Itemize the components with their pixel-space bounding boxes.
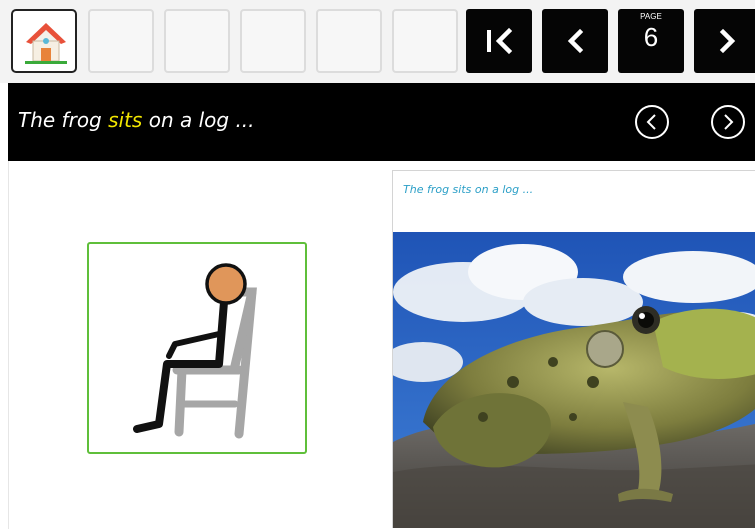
photo-card[interactable]: The frog sits on a log ... [392, 170, 755, 528]
page-label: PAGE [640, 12, 662, 21]
sentence-before: The frog [18, 108, 109, 132]
first-page-icon [487, 27, 513, 55]
photo-caption: The frog sits on a log ... [403, 183, 534, 196]
circle-chevron-left-icon [646, 114, 656, 130]
sitting-person-symbol [133, 263, 257, 439]
chevron-left-icon [567, 28, 584, 54]
house-icon [25, 23, 67, 64]
page-number: 6 [643, 22, 659, 52]
sentence-text: The frog sits on a log ... [18, 108, 255, 132]
first-page-button[interactable] [466, 9, 532, 73]
chevron-right-icon [719, 28, 736, 54]
next-page-button[interactable] [694, 9, 755, 73]
symbol-card[interactable] [87, 242, 307, 454]
empty-slot-4[interactable] [316, 9, 382, 73]
prev-page-button[interactable] [542, 9, 608, 73]
next-sentence-button[interactable] [711, 105, 745, 139]
sentence-after: on a log ... [142, 108, 255, 132]
page-indicator: PAGE 6 [618, 9, 684, 73]
empty-slot-2[interactable] [164, 9, 230, 73]
sentence-bar: The frog sits on a log ... [8, 83, 755, 161]
highlighted-word: sits [108, 108, 143, 132]
prev-sentence-button[interactable] [635, 105, 669, 139]
empty-slot-1[interactable] [88, 9, 154, 73]
divider [8, 161, 9, 529]
home-button[interactable] [11, 9, 77, 73]
circle-chevron-right-icon [724, 114, 734, 130]
frog-photo [393, 232, 755, 528]
empty-slot-3[interactable] [240, 9, 306, 73]
empty-slot-5[interactable] [392, 9, 458, 73]
toolbar: PAGE 6 [0, 0, 755, 83]
frog-image [393, 232, 755, 528]
